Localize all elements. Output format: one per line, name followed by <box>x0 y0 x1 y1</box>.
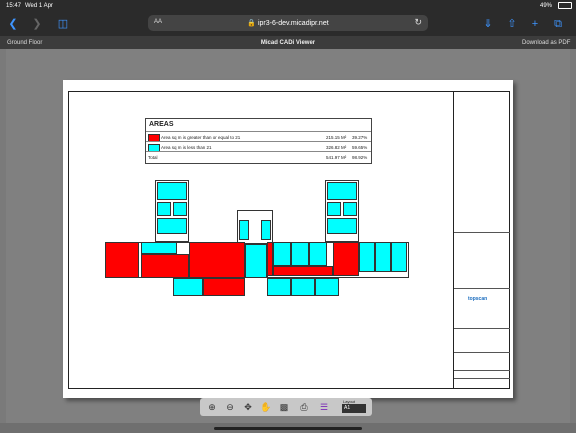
pan-icon[interactable]: ✥ <box>242 401 254 413</box>
new-tab-icon[interactable]: + <box>528 17 542 31</box>
url-value: ipr3-6-dev.micadipr.net <box>257 20 329 27</box>
room[interactable] <box>141 254 189 278</box>
legend-value: 215.15 M² <box>326 134 347 140</box>
room[interactable] <box>315 278 339 296</box>
tb-divider <box>454 288 510 289</box>
room[interactable] <box>327 218 357 234</box>
battery-icon <box>558 2 572 9</box>
legend-percent: 98.92% <box>352 154 368 160</box>
areas-title: AREAS <box>149 121 174 128</box>
room[interactable] <box>189 242 245 278</box>
room[interactable] <box>157 218 187 234</box>
legend-total-row: Total 541.97 M² 98.92% <box>146 151 371 162</box>
room[interactable] <box>391 242 407 272</box>
tb-divider <box>454 378 510 379</box>
room[interactable] <box>327 182 357 200</box>
legend-label: Area sq m is less than 21 <box>161 144 212 150</box>
drawing-sheet: topscan AREAS Area sq m is greater than … <box>63 80 513 398</box>
layers-icon[interactable]: ☰ <box>318 401 330 413</box>
room[interactable] <box>309 242 327 266</box>
room[interactable] <box>261 220 271 240</box>
home-indicator[interactable] <box>214 427 362 430</box>
address-bar[interactable]: AA 🔒 ipr3-6-dev.micadipr.net ↻ <box>148 15 428 31</box>
url-text: 🔒 ipr3-6-dev.micadipr.net <box>247 20 329 27</box>
room[interactable] <box>157 182 187 200</box>
room[interactable] <box>359 242 375 272</box>
sidebar-icon[interactable]: ◫ <box>56 17 70 31</box>
room[interactable] <box>343 202 357 216</box>
legend-percent: 39.27% <box>352 134 368 140</box>
layout-select[interactable]: A1 <box>342 404 366 413</box>
areas-legend: AREAS Area sq m is greater than or equal… <box>145 118 372 164</box>
topscan-logo: topscan <box>468 296 488 302</box>
room[interactable] <box>173 278 203 296</box>
room[interactable] <box>141 242 177 254</box>
status-date: Wed 1 Apr <box>25 3 53 9</box>
app-title: Micad CADi Viewer <box>260 40 316 46</box>
room[interactable] <box>333 242 359 276</box>
status-bar: 15:47 Wed 1 Apr 49% <box>0 0 576 12</box>
print-icon[interactable]: ⎙ <box>298 401 310 413</box>
zoom-out-icon[interactable]: ⊖ <box>224 401 236 413</box>
room[interactable] <box>327 202 341 216</box>
app-header: Ground Floor Micad CADi Viewer Download … <box>0 36 576 49</box>
legend-label: Total <box>148 154 158 160</box>
download-pdf-link[interactable]: Download as PDF <box>522 40 570 46</box>
room[interactable] <box>157 202 171 216</box>
select-icon[interactable]: ▩ <box>278 401 290 413</box>
room[interactable] <box>203 278 245 296</box>
viewer-toolbar: ⊕ ⊖ ✥ ✋ ▩ ⎙ ☰ Layout A1 <box>200 398 372 416</box>
room[interactable] <box>375 242 391 272</box>
room[interactable] <box>239 220 249 240</box>
zoom-in-icon[interactable]: ⊕ <box>206 401 218 413</box>
tb-divider <box>454 352 510 353</box>
room[interactable] <box>245 244 267 278</box>
room[interactable] <box>105 242 139 278</box>
status-time: 15:47 <box>6 3 22 9</box>
room[interactable] <box>291 242 309 266</box>
legend-label: Area sq m is greater than or equal to 21 <box>161 134 241 140</box>
title-block: topscan <box>453 92 510 388</box>
legend-value: 541.97 M² <box>326 154 347 160</box>
room[interactable] <box>267 278 291 296</box>
room[interactable] <box>291 278 315 296</box>
reload-icon[interactable]: ↻ <box>414 17 422 28</box>
tb-divider <box>454 370 510 371</box>
room[interactable] <box>173 202 187 216</box>
status-battery: 49% <box>540 3 553 9</box>
room[interactable] <box>273 266 333 276</box>
legend-percent: 59.65% <box>352 144 368 150</box>
back-icon[interactable]: ❮ <box>6 17 20 31</box>
share-icon[interactable]: ⇧ <box>505 17 519 31</box>
tb-divider <box>454 232 510 233</box>
legend-value: 326.82 M² <box>326 144 347 150</box>
tb-divider <box>454 328 510 329</box>
forward-icon[interactable]: ❯ <box>30 17 44 31</box>
download-icon[interactable]: ⇓ <box>481 17 495 31</box>
tabs-icon[interactable]: ⧉ <box>551 17 565 31</box>
room[interactable] <box>273 242 291 266</box>
hand-icon[interactable]: ✋ <box>260 401 272 413</box>
